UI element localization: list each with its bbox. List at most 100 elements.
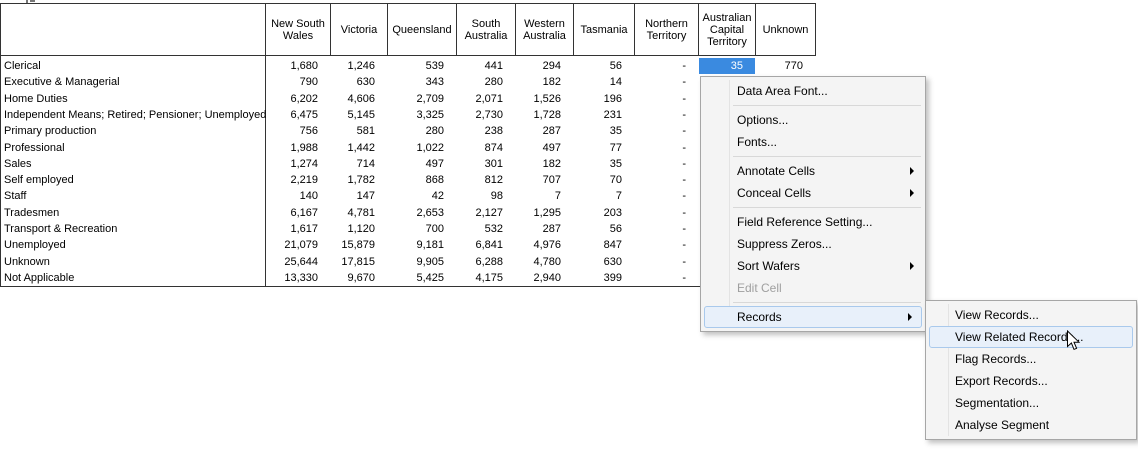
table-cell[interactable]: 532	[457, 221, 515, 237]
table-cell[interactable]: -	[635, 221, 698, 237]
table-cell[interactable]: 77	[574, 139, 634, 155]
table-cell[interactable]: 14	[574, 74, 634, 90]
table-cell[interactable]: 294	[516, 58, 573, 74]
table-cell[interactable]: 231	[574, 107, 634, 123]
column-header-new-south-wales[interactable]: New South Wales	[266, 4, 330, 55]
menu-item-view-records[interactable]: View Records...	[927, 304, 1135, 326]
table-cell[interactable]: 25,644	[266, 253, 330, 269]
menu-item-flag-records[interactable]: Flag Records...	[927, 348, 1135, 370]
table-cell[interactable]: -	[635, 253, 698, 269]
table-cell[interactable]: -	[635, 107, 698, 123]
table-cell[interactable]: 203	[574, 205, 634, 221]
table-cell[interactable]: 1,680	[266, 58, 330, 74]
table-cell[interactable]: 3,325	[388, 107, 456, 123]
table-cell[interactable]: 70	[574, 172, 634, 188]
table-cell[interactable]: 6,167	[266, 205, 330, 221]
table-cell[interactable]: 539	[388, 58, 456, 74]
row-label-sales[interactable]: Sales	[4, 156, 32, 172]
menu-item-conceal-cells[interactable]: Conceal Cells	[702, 182, 924, 204]
table-cell[interactable]: 868	[388, 172, 456, 188]
table-cell[interactable]: 630	[574, 253, 634, 269]
table-cell[interactable]: 1,526	[516, 91, 573, 107]
row-label-unknown[interactable]: Unknown	[4, 253, 50, 269]
table-cell[interactable]: 56	[574, 58, 634, 74]
row-label-independent-means-retired-pensioner-unemployed[interactable]: Independent Means; Retired; Pensioner; U…	[4, 107, 266, 123]
table-cell[interactable]: 98	[457, 188, 515, 204]
table-cell[interactable]: 756	[266, 123, 330, 139]
table-cell[interactable]: 2,730	[457, 107, 515, 123]
row-label-transport-recreation[interactable]: Transport & Recreation	[4, 221, 117, 237]
row-label-professional[interactable]: Professional	[4, 139, 65, 155]
table-cell[interactable]: -	[635, 172, 698, 188]
table-cell[interactable]: 4,976	[516, 237, 573, 253]
table-cell[interactable]: -	[635, 270, 698, 286]
row-label-self-employed[interactable]: Self employed	[4, 172, 74, 188]
column-header-unknown[interactable]: Unknown	[756, 4, 815, 55]
table-cell[interactable]: -	[635, 91, 698, 107]
table-cell[interactable]: 714	[331, 156, 387, 172]
table-cell[interactable]: 630	[331, 74, 387, 90]
menu-item-view-related-records[interactable]: View Related Records...	[929, 326, 1133, 348]
table-cell[interactable]: 497	[516, 139, 573, 155]
table-cell[interactable]: 196	[574, 91, 634, 107]
table-cell[interactable]: 790	[266, 74, 330, 90]
row-label-clerical[interactable]: Clerical	[4, 58, 41, 74]
table-cell[interactable]: 4,780	[516, 253, 573, 269]
column-header-tasmania[interactable]: Tasmania	[574, 4, 634, 55]
table-cell[interactable]: 56	[574, 221, 634, 237]
table-cell[interactable]: 287	[516, 123, 573, 139]
row-label-tradesmen[interactable]: Tradesmen	[4, 205, 59, 221]
table-cell[interactable]: 6,202	[266, 91, 330, 107]
table-cell[interactable]: 4,781	[331, 205, 387, 221]
table-cell[interactable]: 1,988	[266, 139, 330, 155]
table-cell[interactable]: -	[635, 139, 698, 155]
table-cell[interactable]: 7	[574, 188, 634, 204]
table-cell[interactable]: 847	[574, 237, 634, 253]
menu-item-suppress-zeros[interactable]: Suppress Zeros...	[702, 233, 924, 255]
table-cell[interactable]: 2,709	[388, 91, 456, 107]
row-label-executive-managerial[interactable]: Executive & Managerial	[4, 74, 120, 90]
menu-item-analyse-segment[interactable]: Analyse Segment	[927, 414, 1135, 436]
table-cell[interactable]: 9,670	[331, 270, 387, 286]
table-cell[interactable]: 17,815	[331, 253, 387, 269]
table-cell[interactable]: 280	[457, 74, 515, 90]
table-cell[interactable]: 441	[457, 58, 515, 74]
table-cell[interactable]: -	[635, 205, 698, 221]
row-label-unemployed[interactable]: Unemployed	[4, 237, 66, 253]
table-cell[interactable]: -	[635, 74, 698, 90]
table-cell[interactable]: 1,782	[331, 172, 387, 188]
column-header-western-australia[interactable]: Western Australia	[516, 4, 573, 55]
table-cell[interactable]: 1,617	[266, 221, 330, 237]
table-cell[interactable]: 147	[331, 188, 387, 204]
table-cell[interactable]: 4,175	[457, 270, 515, 286]
menu-item-field-reference-setting[interactable]: Field Reference Setting...	[702, 211, 924, 233]
table-cell[interactable]: 182	[516, 74, 573, 90]
table-cell[interactable]: 15,879	[331, 237, 387, 253]
table-cell[interactable]: 2,940	[516, 270, 573, 286]
table-cell[interactable]: 707	[516, 172, 573, 188]
row-label-not-applicable[interactable]: Not Applicable	[4, 270, 74, 286]
table-cell[interactable]: 2,127	[457, 205, 515, 221]
table-cell[interactable]: 35	[574, 123, 634, 139]
table-cell[interactable]: -	[635, 237, 698, 253]
row-label-primary-production[interactable]: Primary production	[4, 123, 96, 139]
table-cell[interactable]: 35	[574, 156, 634, 172]
column-header-northern-territory[interactable]: Northern Territory	[635, 4, 698, 55]
table-cell[interactable]: 238	[457, 123, 515, 139]
table-cell[interactable]: 812	[457, 172, 515, 188]
table-cell[interactable]: 287	[516, 221, 573, 237]
row-label-staff[interactable]: Staff	[4, 188, 26, 204]
table-cell[interactable]: 9,905	[388, 253, 456, 269]
table-cell[interactable]: 35	[699, 58, 755, 74]
menu-item-sort-wafers[interactable]: Sort Wafers	[702, 255, 924, 277]
table-cell[interactable]: -	[635, 156, 698, 172]
menu-item-export-records[interactable]: Export Records...	[927, 370, 1135, 392]
table-cell[interactable]: 1,120	[331, 221, 387, 237]
column-header-australian-capital-territory[interactable]: Australian Capital Territory	[699, 4, 755, 55]
column-header-queensland[interactable]: Queensland	[388, 4, 456, 55]
menu-item-segmentation[interactable]: Segmentation...	[927, 392, 1135, 414]
table-cell[interactable]: 140	[266, 188, 330, 204]
table-cell[interactable]: 5,425	[388, 270, 456, 286]
table-cell[interactable]: 399	[574, 270, 634, 286]
table-cell[interactable]: 280	[388, 123, 456, 139]
